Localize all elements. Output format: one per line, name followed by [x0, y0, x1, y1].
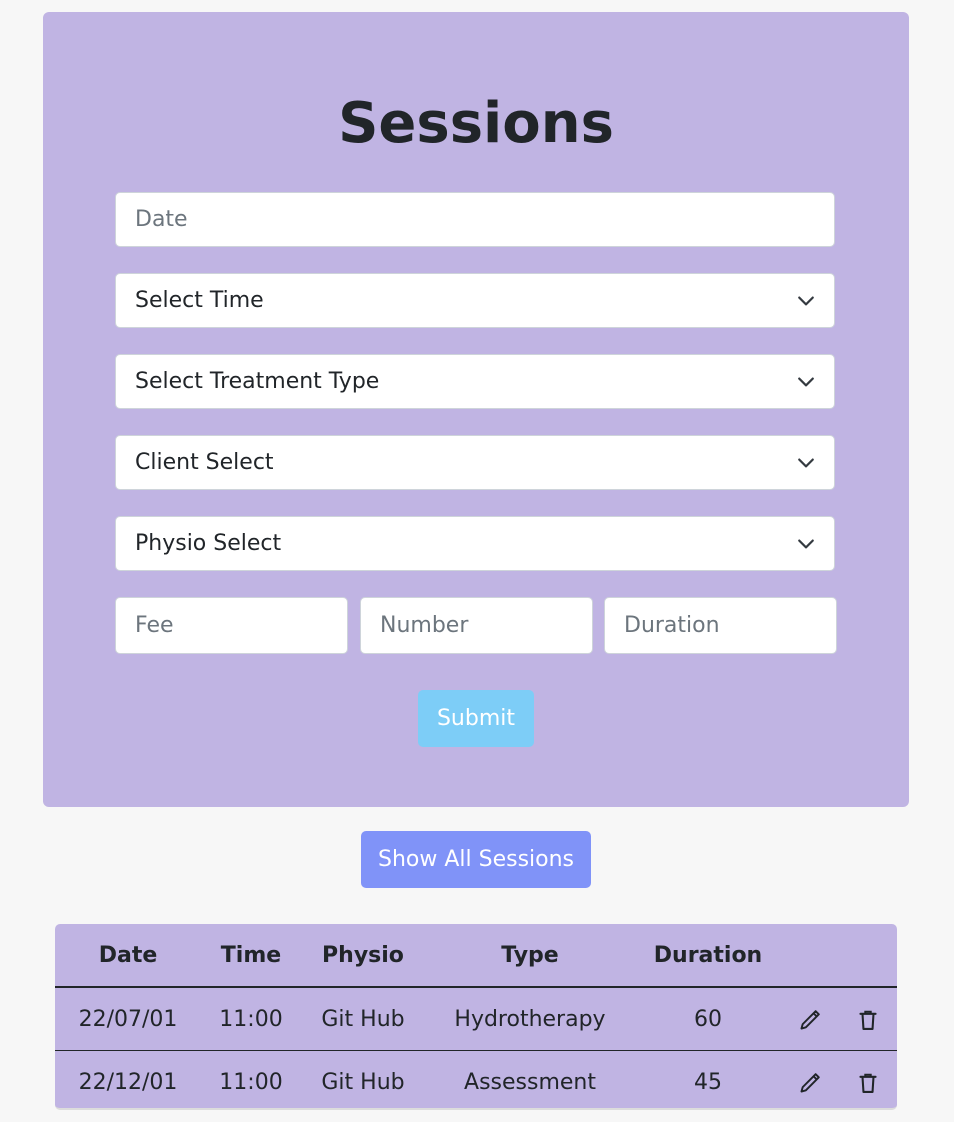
pencil-icon[interactable] [799, 1009, 821, 1031]
trash-icon[interactable] [857, 1009, 879, 1031]
cell-type: Hydrotherapy [425, 987, 635, 1051]
page-title: Sessions [338, 91, 614, 156]
chevron-down-icon [798, 296, 814, 305]
delete-cell [839, 1051, 897, 1109]
treatment-type-select[interactable]: Select Treatment Type [115, 354, 835, 409]
fee-input[interactable] [115, 597, 348, 654]
pencil-icon[interactable] [799, 1072, 821, 1094]
table-row: 22/07/01 11:00 Git Hub Hydrotherapy 60 [55, 987, 897, 1051]
header-edit [781, 924, 839, 988]
header-type: Type [425, 924, 635, 988]
table-row: 22/12/01 11:00 Git Hub Assessment 45 [55, 1051, 897, 1109]
session-form-card: Sessions Select Time Select Treatment Ty… [43, 12, 909, 807]
cell-duration: 45 [694, 1069, 722, 1095]
cell-time: 11:00 [219, 1069, 283, 1095]
delete-cell [839, 987, 897, 1051]
chevron-down-icon [798, 539, 814, 548]
chevron-down-icon [798, 458, 814, 467]
date-input[interactable] [115, 192, 835, 247]
time-select-value: Select Time [135, 288, 264, 313]
cell-physio: Git Hub [321, 1069, 405, 1095]
header-time: Time [201, 924, 301, 988]
cell-type: Assessment [464, 1069, 596, 1095]
edit-cell [781, 987, 839, 1051]
cell-date: 22/07/01 [55, 987, 201, 1051]
physio-select[interactable]: Physio Select [115, 516, 835, 571]
sessions-table: Date Time Physio Type Duration 22/07/01 … [55, 924, 897, 1109]
cell-time: 11:00 [201, 987, 301, 1051]
sessions-table-container: Date Time Physio Type Duration 22/07/01 … [55, 924, 897, 1110]
header-physio: Physio [301, 924, 425, 988]
client-select[interactable]: Client Select [115, 435, 835, 490]
cell-physio: Git Hub [301, 987, 425, 1051]
cell-duration: 60 [635, 987, 781, 1051]
treatment-type-select-value: Select Treatment Type [135, 369, 380, 394]
header-delete [839, 924, 897, 988]
table-header-row: Date Time Physio Type Duration [55, 924, 897, 988]
header-duration: Duration [635, 924, 781, 988]
number-input[interactable] [360, 597, 593, 654]
show-all-sessions-button[interactable]: Show All Sessions [361, 831, 591, 888]
time-select[interactable]: Select Time [115, 273, 835, 328]
trash-icon[interactable] [857, 1072, 879, 1094]
cell-date: 22/12/01 [78, 1069, 178, 1095]
header-date: Date [55, 924, 201, 988]
submit-button[interactable]: Submit [418, 690, 534, 747]
duration-input[interactable] [604, 597, 837, 654]
physio-select-value: Physio Select [135, 531, 282, 556]
client-select-value: Client Select [135, 450, 274, 475]
chevron-down-icon [798, 377, 814, 386]
edit-cell [781, 1051, 839, 1109]
